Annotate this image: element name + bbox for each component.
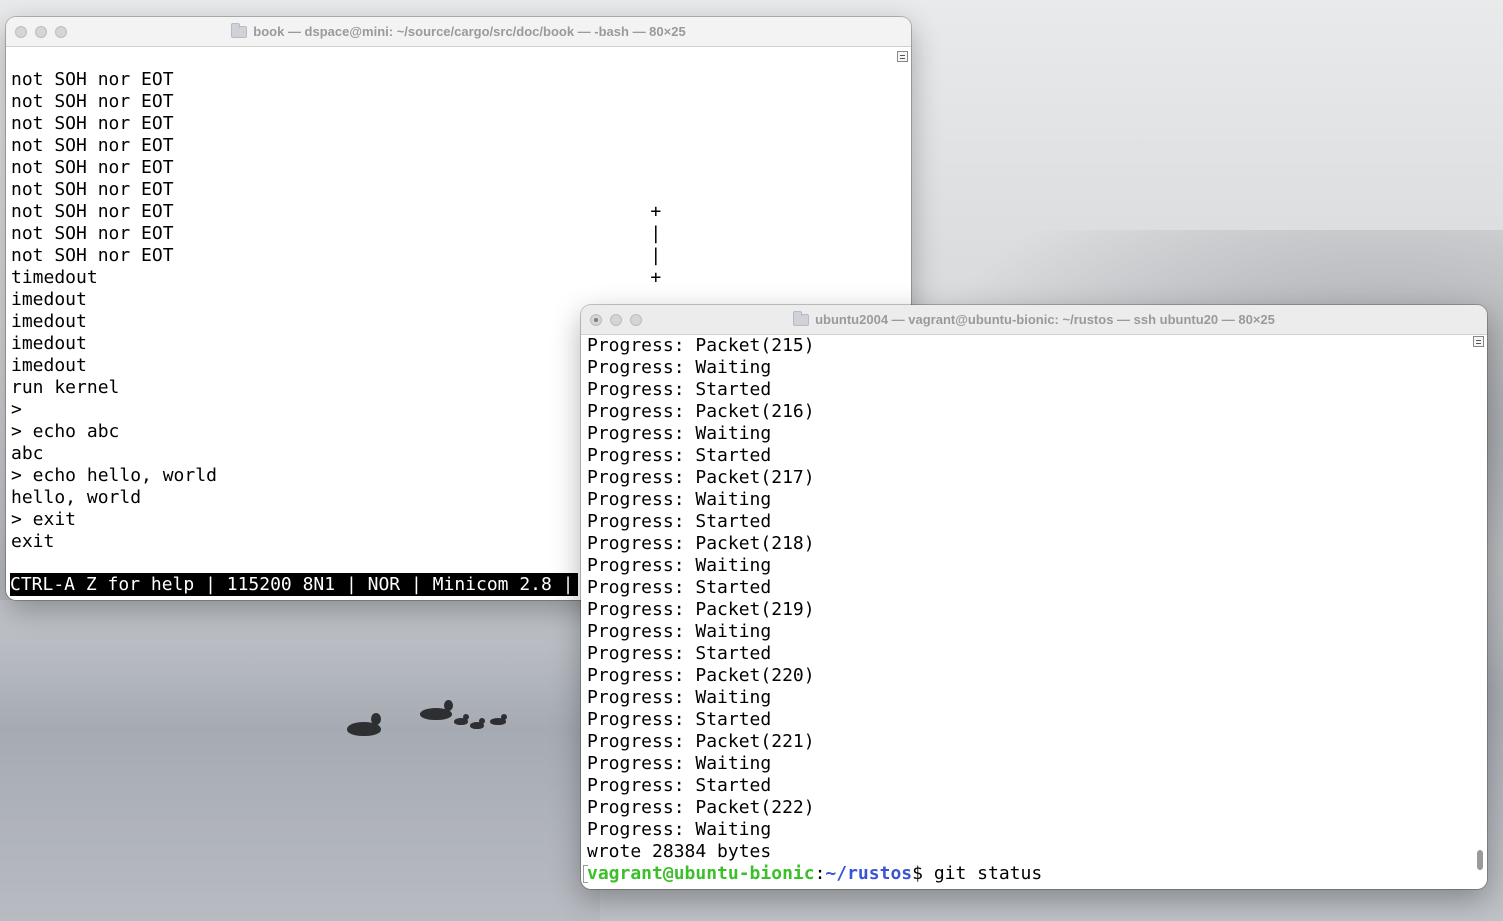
scrollbar-split-icon[interactable]	[1473, 336, 1484, 347]
terminal-line: not SOH nor EOT	[11, 135, 174, 156]
terminal-line: Progress: Started	[587, 379, 772, 400]
window-title: book — dspace@mini: ~/source/cargo/src/d…	[231, 22, 686, 39]
terminal-line: not SOH nor EOT	[11, 113, 174, 134]
scrollbar-split-icon[interactable]	[897, 51, 908, 62]
terminal-line: run kernel	[11, 377, 120, 398]
terminal-line: >	[11, 399, 22, 420]
terminal-line: Progress: Waiting	[587, 357, 772, 378]
terminal-line: not SOH nor EOT	[11, 157, 174, 178]
terminal-line: Progress: Started	[587, 445, 772, 466]
terminal-line: Progress: Packet(217)	[587, 467, 815, 488]
terminal-line: Progress: Started	[587, 709, 772, 730]
terminal-line: not SOH nor EOT |	[11, 223, 662, 244]
terminal-line: Progress: Waiting	[587, 555, 772, 576]
titlebar[interactable]: book — dspace@mini: ~/source/cargo/src/d…	[6, 17, 911, 47]
terminal-line: Progress: Started	[587, 775, 772, 796]
cursor-bracket-left	[583, 865, 588, 883]
terminal-line: Progress: Packet(220)	[587, 665, 815, 686]
terminal-line: not SOH nor EOT	[11, 91, 174, 112]
prompt-user-host: vagrant@ubuntu-bionic	[587, 863, 815, 884]
close-button[interactable]	[590, 314, 602, 326]
shell-prompt-line[interactable]: vagrant@ubuntu-bionic:~/rustos$ git stat…	[587, 863, 1042, 885]
prompt-separator: :	[814, 863, 826, 884]
terminal-line: Progress: Waiting	[587, 753, 772, 774]
terminal-line: Progress: Started	[587, 511, 772, 532]
window-controls[interactable]	[15, 26, 67, 38]
window-controls[interactable]	[590, 314, 642, 326]
duck	[454, 714, 470, 728]
zoom-button[interactable]	[630, 314, 642, 326]
terminal-line: Progress: Waiting	[587, 621, 772, 642]
terminal-output[interactable]: Progress: Packet(215) Progress: Waiting Pr…	[581, 335, 1487, 889]
terminal-line: Progress: Started	[587, 577, 772, 598]
terminal-line: Progress: Packet(222)	[587, 797, 815, 818]
duck	[470, 718, 486, 732]
terminal-line: not SOH nor EOT	[11, 179, 174, 200]
terminal-line: imedout	[11, 311, 87, 332]
terminal-line: imedout	[11, 355, 87, 376]
terminal-line: > echo abc	[11, 421, 120, 442]
terminal-line: Progress: Packet(221)	[587, 731, 815, 752]
prompt-symbol: $	[912, 863, 934, 884]
terminal-line: not SOH nor EOT	[11, 69, 174, 90]
terminal-line: Progress: Packet(218)	[587, 533, 815, 554]
folder-icon	[231, 22, 248, 38]
terminal-line: imedout	[11, 333, 87, 354]
terminal-line: hello, world	[11, 487, 142, 508]
prompt-path: ~/rustos	[825, 863, 913, 884]
terminal-line: abc	[11, 443, 44, 464]
duck	[345, 712, 385, 742]
close-button[interactable]	[15, 26, 27, 38]
window-title: ubuntu2004 — vagrant@ubuntu-bionic: ~/ru…	[793, 310, 1275, 327]
terminal-line: Progress: Waiting	[587, 423, 772, 444]
terminal-line: Progress: Packet(216)	[587, 401, 815, 422]
terminal-line: not SOH nor EOT |	[11, 245, 662, 266]
duck	[490, 714, 510, 728]
command-input[interactable]: git status	[934, 863, 1042, 884]
terminal-line: Progress: Packet(215)	[587, 335, 815, 356]
scrollbar-thumb[interactable]	[1477, 850, 1483, 870]
terminal-line: Progress: Waiting	[587, 489, 772, 510]
terminal-line: > exit	[11, 509, 77, 530]
terminal-line: Progress: Started	[587, 643, 772, 664]
zoom-button[interactable]	[55, 26, 67, 38]
terminal-line: imedout	[11, 289, 87, 310]
terminal-line: Progress: Waiting	[587, 819, 772, 840]
folder-icon	[793, 310, 810, 326]
minimize-button[interactable]	[610, 314, 622, 326]
minicom-status-bar: CTRL-A Z for help | 115200 8N1 | NOR | M…	[10, 573, 578, 596]
terminal-line: timedout +	[11, 267, 662, 288]
duck	[418, 700, 458, 730]
titlebar[interactable]: ubuntu2004 — vagrant@ubuntu-bionic: ~/ru…	[581, 305, 1487, 335]
terminal-line: Progress: Waiting	[587, 687, 772, 708]
minimize-button[interactable]	[35, 26, 47, 38]
terminal-line: not SOH nor EOT +	[11, 201, 662, 222]
terminal-line: exit	[11, 531, 55, 552]
desktop-lake	[0, 600, 600, 921]
terminal-line: Progress: Packet(219)	[587, 599, 815, 620]
terminal-line: wrote 28384 bytes	[587, 841, 772, 862]
window-title-text: ubuntu2004 — vagrant@ubuntu-bionic: ~/ru…	[815, 312, 1275, 327]
terminal-window-ssh[interactable]: ubuntu2004 — vagrant@ubuntu-bionic: ~/ru…	[581, 305, 1487, 889]
window-title-text: book — dspace@mini: ~/source/cargo/src/d…	[253, 24, 686, 39]
terminal-line: > echo hello, world	[11, 465, 217, 486]
